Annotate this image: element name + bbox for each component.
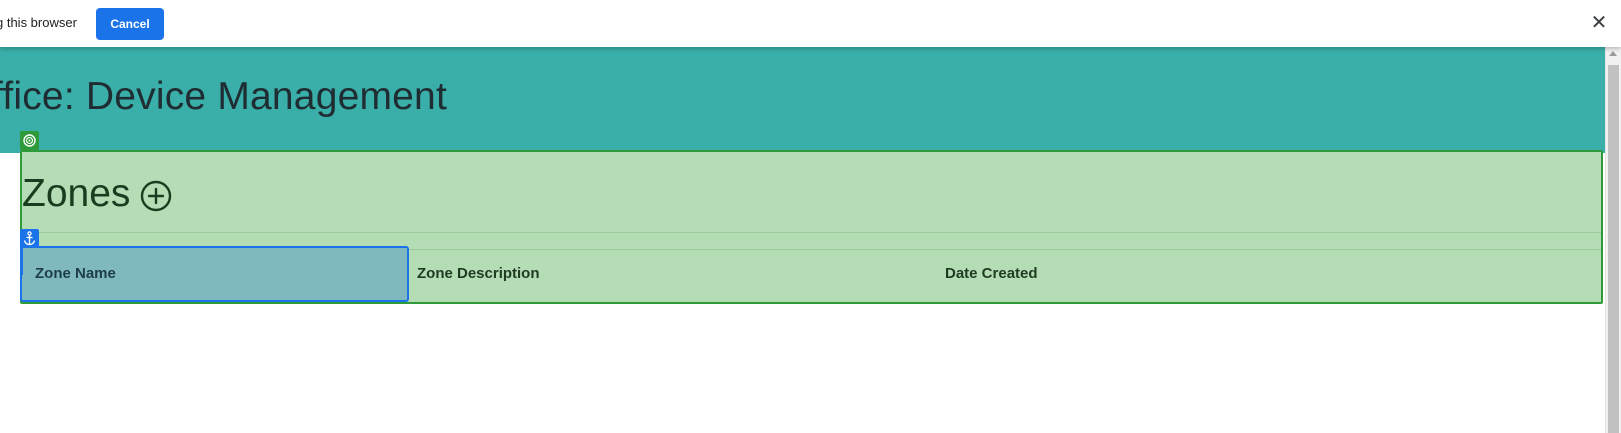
notification-text: g this browser xyxy=(0,15,77,30)
anchor-edge xyxy=(20,247,23,275)
column-header-date-created[interactable]: Date Created xyxy=(945,265,1038,282)
vertical-scrollbar[interactable] xyxy=(1605,47,1621,433)
anchor-icon[interactable] xyxy=(20,229,39,248)
scrollbar-thumb[interactable] xyxy=(1608,65,1619,433)
page-title: ffice: Device Management xyxy=(0,75,447,118)
target-icon[interactable] xyxy=(20,131,39,150)
scroll-up-arrow-icon[interactable] xyxy=(1609,51,1617,56)
sharing-notification-bar: g this browser Cancel ✕ xyxy=(0,0,1621,47)
column-header-zone-name[interactable]: Zone Name xyxy=(35,265,116,282)
zones-heading: Zones xyxy=(22,172,131,215)
page-header: ffice: Device Management xyxy=(0,47,1605,153)
column-header-zone-description[interactable]: Zone Description xyxy=(417,265,540,282)
section-divider xyxy=(22,232,1601,233)
cancel-button[interactable]: Cancel xyxy=(96,8,164,40)
close-icon[interactable]: ✕ xyxy=(1588,10,1610,36)
browser-viewport: g this browser Cancel ✕ ffice: Device Ma… xyxy=(0,0,1621,433)
add-zone-icon[interactable] xyxy=(140,180,172,212)
